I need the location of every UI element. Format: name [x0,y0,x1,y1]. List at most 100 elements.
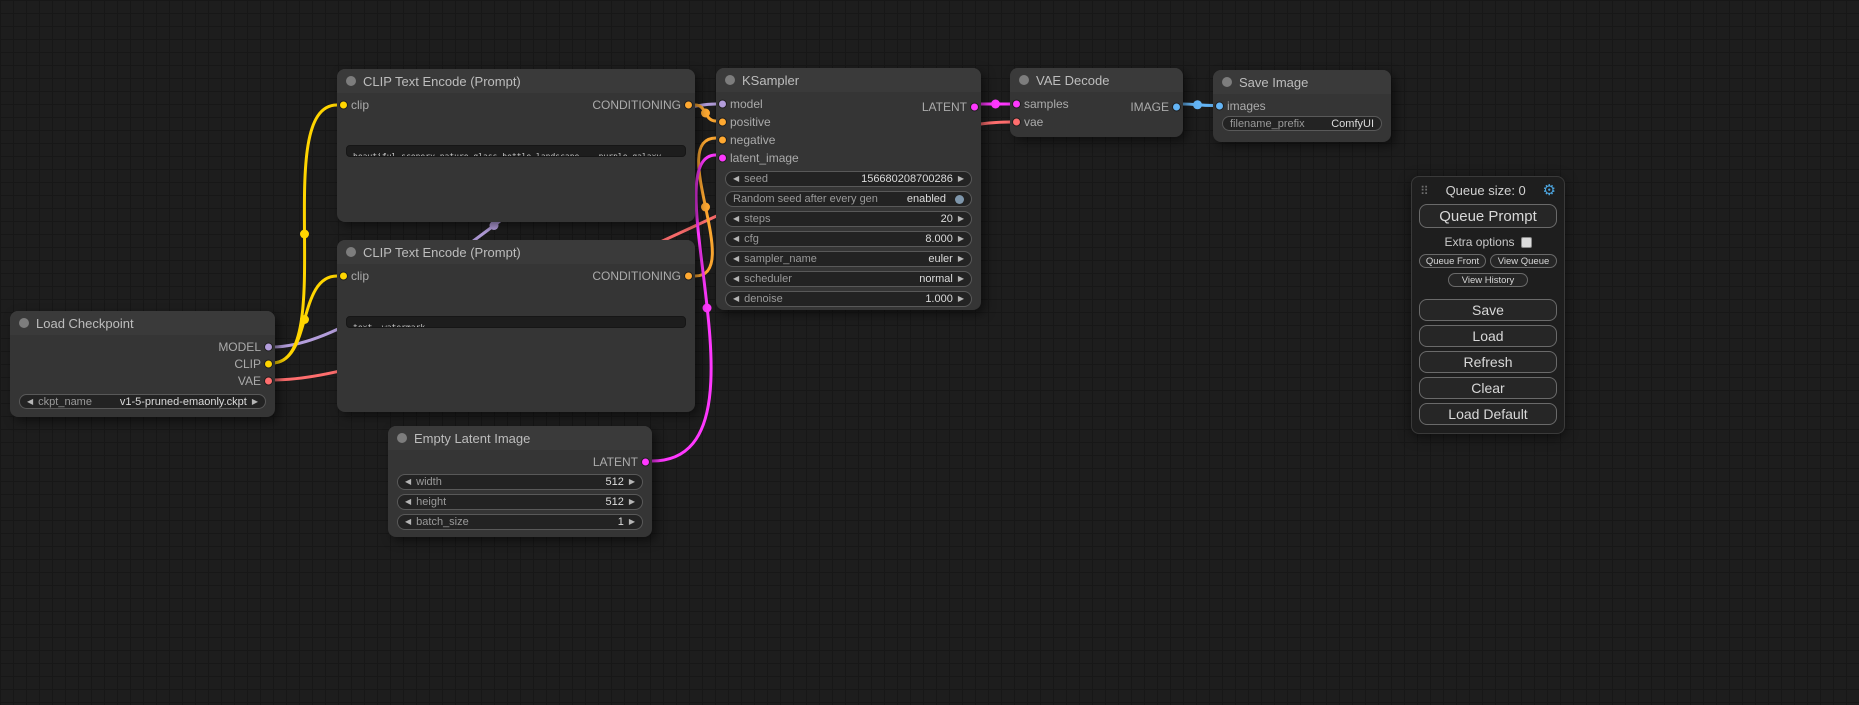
increment-arrow-icon[interactable]: ▶ [958,175,964,183]
prompt-textarea[interactable]: beautiful scenery nature glass bottle la… [346,145,686,157]
collapse-dot-icon[interactable] [19,318,29,328]
decrement-arrow-icon[interactable]: ◀ [733,295,739,303]
view-history-button[interactable]: View History [1448,273,1528,287]
input-slot-positive[interactable] [718,118,727,127]
node-empty-latent-image[interactable]: Empty Latent Image LATENT ◀ width 512 ▶ … [388,426,652,537]
widget-width[interactable]: ◀ width 512 ▶ [397,474,643,490]
node-clip-text-encode-positive[interactable]: CLIP Text Encode (Prompt) clip CONDITION… [337,69,695,222]
widget-random-seed-toggle[interactable]: Random seed after every gen enabled [725,191,972,207]
node-save-image[interactable]: Save Image images filename_prefix ComfyU… [1213,70,1391,142]
input-row-vae: vae [1010,113,1183,131]
collapse-dot-icon[interactable] [725,75,735,85]
node-title: CLIP Text Encode (Prompt) [363,74,521,89]
increment-arrow-icon[interactable]: ▶ [629,498,635,506]
output-slot-latent[interactable] [641,457,650,466]
drag-handle-icon[interactable]: ⠿ [1420,184,1429,198]
toggle-dot-icon[interactable] [955,195,964,204]
decrement-arrow-icon[interactable]: ◀ [405,498,411,506]
decrement-arrow-icon[interactable]: ◀ [405,518,411,526]
collapse-dot-icon[interactable] [1019,75,1029,85]
increment-arrow-icon[interactable]: ▶ [629,518,635,526]
input-label-positive: positive [730,115,771,129]
link-dot-clip-negative [300,315,309,324]
output-label-model: MODEL [218,340,261,354]
increment-arrow-icon[interactable]: ▶ [958,215,964,223]
wire-conditioning-positive [695,105,716,121]
prompt-textarea[interactable]: text, watermark [346,316,686,328]
widget-denoise[interactable]: ◀ denoise 1.000 ▶ [725,291,972,307]
widget-height[interactable]: ◀ height 512 ▶ [397,494,643,510]
output-label-conditioning: CONDITIONING [592,269,681,283]
load-button[interactable]: Load [1419,325,1557,347]
node-title: Empty Latent Image [414,431,530,446]
increment-arrow-icon[interactable]: ▶ [958,295,964,303]
widget-cfg[interactable]: ◀ cfg 8.000 ▶ [725,231,972,247]
node-titlebar[interactable]: CLIP Text Encode (Prompt) [337,240,695,264]
prev-arrow-icon[interactable]: ◀ [733,255,739,263]
decrement-arrow-icon[interactable]: ◀ [733,175,739,183]
widget-filename-prefix[interactable]: filename_prefix ComfyUI [1222,116,1382,131]
input-slot-vae[interactable] [1012,118,1021,127]
collapse-dot-icon[interactable] [346,76,356,86]
widget-ckpt-name[interactable]: ◀ ckpt_name v1-5-pruned-emaonly.ckpt ▶ [19,394,266,409]
node-ksampler[interactable]: KSampler LATENT model positive negative … [716,68,981,310]
input-slot-clip[interactable] [339,101,348,110]
clear-button[interactable]: Clear [1419,377,1557,399]
input-slot-samples[interactable] [1012,100,1021,109]
widget-batch-size[interactable]: ◀ batch_size 1 ▶ [397,514,643,530]
output-slot-clip[interactable] [264,359,273,368]
prev-arrow-icon[interactable]: ◀ [733,275,739,283]
decrement-arrow-icon[interactable]: ◀ [733,235,739,243]
queue-front-button[interactable]: Queue Front [1419,254,1486,268]
widget-scheduler[interactable]: ◀ scheduler normal ▶ [725,271,972,287]
input-slot-negative[interactable] [718,136,727,145]
input-row-latent-image: latent_image [716,149,981,167]
widget-steps[interactable]: ◀ steps 20 ▶ [725,211,972,227]
widget-value: 512 [605,476,623,488]
input-slot-model[interactable] [718,100,727,109]
input-slot-latent-image[interactable] [718,154,727,163]
collapse-dot-icon[interactable] [346,247,356,257]
collapse-dot-icon[interactable] [1222,77,1232,87]
node-clip-text-encode-negative[interactable]: CLIP Text Encode (Prompt) clip CONDITION… [337,240,695,412]
next-arrow-icon[interactable]: ▶ [958,255,964,263]
widget-value: 156680208700286 [861,173,953,185]
output-slot-vae[interactable] [264,376,273,385]
widget-label: denoise [744,293,783,305]
next-arrow-icon[interactable]: ▶ [252,398,258,406]
decrement-arrow-icon[interactable]: ◀ [733,215,739,223]
settings-gear-icon[interactable]: ⚙ [1543,183,1556,198]
widget-seed[interactable]: ◀ seed 156680208700286 ▶ [725,171,972,187]
graph-canvas[interactable]: Load Checkpoint MODEL CLIP VAE ◀ ckpt_na… [0,0,1859,705]
extra-options-checkbox[interactable] [1521,237,1532,248]
node-title: KSampler [742,73,799,88]
collapse-dot-icon[interactable] [397,433,407,443]
view-queue-button[interactable]: View Queue [1490,254,1557,268]
queue-prompt-button[interactable]: Queue Prompt [1419,204,1557,228]
load-default-button[interactable]: Load Default [1419,403,1557,425]
output-slot-conditioning[interactable] [684,272,693,281]
next-arrow-icon[interactable]: ▶ [958,275,964,283]
output-slot-conditioning[interactable] [684,101,693,110]
input-label-samples: samples [1024,97,1069,111]
widget-sampler-name[interactable]: ◀ sampler_name euler ▶ [725,251,972,267]
decrement-arrow-icon[interactable]: ◀ [405,478,411,486]
node-titlebar[interactable]: KSampler [716,68,981,92]
refresh-button[interactable]: Refresh [1419,351,1557,373]
output-slot-model[interactable] [264,342,273,351]
save-button[interactable]: Save [1419,299,1557,321]
node-titlebar[interactable]: Load Checkpoint [10,311,275,335]
node-titlebar[interactable]: CLIP Text Encode (Prompt) [337,69,695,93]
node-vae-decode[interactable]: VAE Decode IMAGE samples vae [1010,68,1183,137]
node-titlebar[interactable]: Save Image [1213,70,1391,94]
widget-value: 8.000 [925,233,953,245]
increment-arrow-icon[interactable]: ▶ [629,478,635,486]
input-slot-images[interactable] [1215,101,1224,110]
increment-arrow-icon[interactable]: ▶ [958,235,964,243]
wire-clip-positive [272,105,337,363]
node-titlebar[interactable]: Empty Latent Image [388,426,652,450]
node-titlebar[interactable]: VAE Decode [1010,68,1183,92]
prev-arrow-icon[interactable]: ◀ [27,398,33,406]
node-load-checkpoint[interactable]: Load Checkpoint MODEL CLIP VAE ◀ ckpt_na… [10,311,275,417]
input-slot-clip[interactable] [339,272,348,281]
